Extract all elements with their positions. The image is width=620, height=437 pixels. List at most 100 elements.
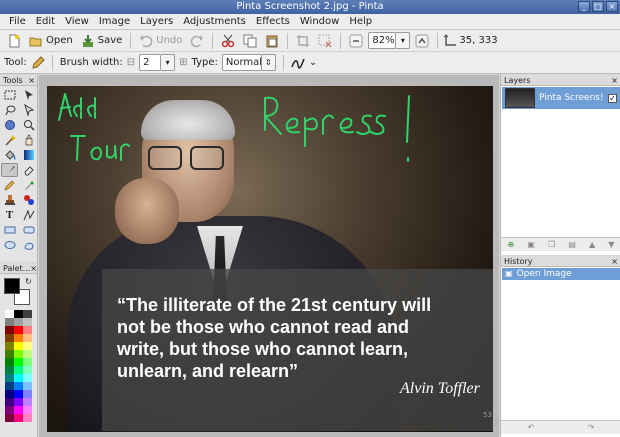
palette-swatch[interactable]: [23, 374, 32, 382]
gradient-tool[interactable]: [20, 148, 37, 162]
zoom-in-button[interactable]: [412, 32, 432, 50]
magic-wand-tool[interactable]: [1, 133, 18, 147]
menu-view[interactable]: View: [60, 14, 94, 30]
paste-button[interactable]: [262, 32, 282, 50]
palette-swatch[interactable]: [23, 350, 32, 358]
palette-swatch[interactable]: [5, 414, 14, 422]
lasso-select-tool[interactable]: [1, 103, 18, 117]
clone-stamp-tool[interactable]: [1, 193, 18, 207]
menu-layers[interactable]: Layers: [135, 14, 178, 30]
history-item[interactable]: ▣ Open Image: [502, 268, 620, 280]
palette-swatch[interactable]: [23, 342, 32, 350]
pencil-tool[interactable]: [1, 178, 18, 192]
paint-bucket-tool[interactable]: [1, 148, 18, 162]
open-button[interactable]: Open: [26, 32, 76, 50]
deselect-button[interactable]: [315, 32, 335, 50]
palette-swatch[interactable]: [14, 310, 23, 318]
rounded-rectangle-tool[interactable]: [20, 223, 37, 237]
image-canvas[interactable]: “The illiterate of the 21st century will…: [47, 86, 493, 432]
move-layer-down-icon[interactable]: ▼: [608, 240, 614, 249]
palette-swatch[interactable]: [23, 358, 32, 366]
brush-increase-icon[interactable]: ⊞: [179, 57, 187, 68]
palette-swatch[interactable]: [5, 334, 14, 342]
palette-swatch[interactable]: [5, 374, 14, 382]
chevron-updown-icon[interactable]: ⇕: [261, 54, 276, 71]
text-tool[interactable]: T: [1, 208, 18, 222]
palette-swatch[interactable]: [23, 334, 32, 342]
merge-layer-icon[interactable]: ▤: [568, 240, 576, 249]
menu-file[interactable]: File: [4, 14, 31, 30]
palette-swatch[interactable]: [23, 382, 32, 390]
palette-swatch[interactable]: [5, 318, 14, 326]
palette-swatch[interactable]: [14, 318, 23, 326]
palette-swatch[interactable]: [14, 342, 23, 350]
move-selected-tool[interactable]: [20, 88, 37, 102]
brush-decrease-icon[interactable]: ⊟: [127, 57, 135, 68]
line-curve-tool[interactable]: [20, 208, 37, 222]
palette-swatch[interactable]: [5, 326, 14, 334]
close-icon[interactable]: ×: [611, 75, 618, 85]
palette-swatch[interactable]: [23, 310, 32, 318]
menu-image[interactable]: Image: [94, 14, 135, 30]
menu-edit[interactable]: Edit: [31, 14, 60, 30]
rectangle-tool[interactable]: [1, 223, 18, 237]
blend-type-combo[interactable]: Normal ⇕: [221, 54, 276, 71]
palette-swatch[interactable]: [23, 318, 32, 326]
menu-effects[interactable]: Effects: [251, 14, 295, 30]
zoom-tool[interactable]: [20, 118, 37, 132]
palette-swatch[interactable]: [14, 334, 23, 342]
duplicate-layer-icon[interactable]: ❐: [548, 240, 555, 249]
paintbrush-tool[interactable]: [1, 163, 18, 177]
palette-swatch[interactable]: [14, 398, 23, 406]
brush-width-combo[interactable]: 2 ▾: [139, 54, 176, 71]
new-button[interactable]: [4, 32, 24, 50]
palette-swatch[interactable]: [5, 342, 14, 350]
menu-window[interactable]: Window: [295, 14, 344, 30]
close-icon[interactable]: ×: [30, 263, 37, 273]
palette-swatch[interactable]: [14, 390, 23, 398]
undo-button[interactable]: Undo: [136, 32, 185, 50]
zoom-combo[interactable]: 82% ▾: [368, 32, 411, 49]
primary-color-swatch[interactable]: [4, 278, 20, 294]
save-button[interactable]: Save: [78, 32, 126, 50]
palette-swatch[interactable]: [14, 326, 23, 334]
layer-item[interactable]: Pinta Screens! ✓: [502, 87, 620, 109]
ellipse-select-tool[interactable]: [1, 118, 18, 132]
chevron-down-icon[interactable]: ▾: [396, 32, 411, 49]
palette-swatch[interactable]: [5, 350, 14, 358]
chevron-down-icon[interactable]: ⌄: [309, 57, 317, 68]
palette-swatch[interactable]: [23, 414, 32, 422]
add-layer-icon[interactable]: ⊕: [508, 240, 515, 249]
recolor-tool[interactable]: [20, 193, 37, 207]
palette-swatch[interactable]: [23, 366, 32, 374]
history-redo-icon[interactable]: ↷: [588, 423, 595, 432]
zoom-out-button[interactable]: [346, 32, 366, 50]
maximize-button[interactable]: □: [592, 1, 604, 12]
antialiasing-icon[interactable]: [291, 56, 305, 70]
freeform-shape-tool[interactable]: [20, 238, 37, 252]
palette-swatch[interactable]: [14, 406, 23, 414]
copy-button[interactable]: [240, 32, 260, 50]
palette-swatch[interactable]: [5, 310, 14, 318]
move-selection-tool[interactable]: [20, 103, 37, 117]
palette-swatch[interactable]: [23, 326, 32, 334]
history-undo-icon[interactable]: ↶: [528, 423, 535, 432]
pan-tool[interactable]: [20, 133, 37, 147]
minimize-button[interactable]: _: [578, 1, 590, 12]
cut-button[interactable]: [218, 32, 238, 50]
palette-swatch[interactable]: [14, 382, 23, 390]
palette-swatch[interactable]: [14, 374, 23, 382]
palette-swatch[interactable]: [5, 358, 14, 366]
palette-swatch[interactable]: [23, 398, 32, 406]
palette-swatch[interactable]: [5, 406, 14, 414]
menu-help[interactable]: Help: [344, 14, 377, 30]
palette-swatch[interactable]: [14, 358, 23, 366]
delete-layer-icon[interactable]: ▣: [527, 240, 535, 249]
brush-width-field[interactable]: 2: [139, 54, 162, 71]
chevron-down-icon[interactable]: ▾: [161, 54, 176, 71]
palette-swatch[interactable]: [14, 414, 23, 422]
layer-visibility-checkbox[interactable]: ✓: [608, 93, 617, 103]
canvas-area[interactable]: “The illiterate of the 21st century will…: [39, 75, 499, 437]
rectangle-select-tool[interactable]: [1, 88, 18, 102]
palette-swatch[interactable]: [5, 366, 14, 374]
